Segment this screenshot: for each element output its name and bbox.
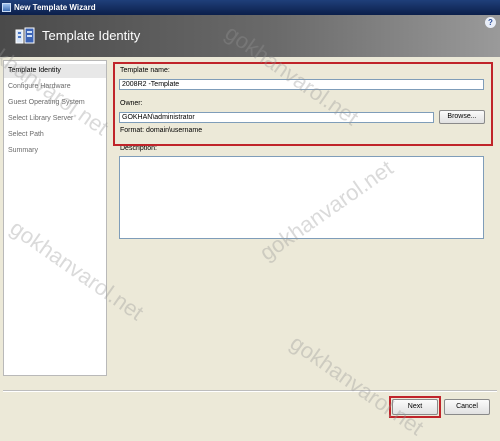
description-label: Description:	[120, 145, 157, 152]
owner-label: Owner:	[120, 100, 143, 107]
footer-divider	[3, 390, 497, 392]
app-icon	[2, 3, 11, 12]
wizard-content: Template name: 2008R2 -Template Owner: G…	[108, 60, 498, 376]
description-input[interactable]	[119, 156, 484, 239]
template-icon	[15, 27, 35, 44]
help-icon[interactable]: ?	[485, 17, 496, 28]
sidebar-item-summary[interactable]: Summary	[4, 144, 106, 158]
sidebar-item-template-identity[interactable]: Template Identity	[4, 64, 106, 78]
next-button[interactable]: Next	[392, 399, 438, 415]
sidebar-item-guest-os[interactable]: Guest Operating System	[4, 96, 106, 110]
sidebar-item-configure-hardware[interactable]: Configure Hardware	[4, 80, 106, 94]
cancel-button[interactable]: Cancel	[444, 399, 490, 415]
sidebar-item-select-path[interactable]: Select Path	[4, 128, 106, 142]
format-hint: Format: domain\username	[120, 127, 203, 134]
template-name-input[interactable]: 2008R2 -Template	[119, 79, 484, 90]
wizard-steps: Template Identity Configure Hardware Gue…	[3, 60, 107, 376]
sidebar-item-library-server[interactable]: Select Library Server	[4, 112, 106, 126]
template-name-label: Template name:	[120, 67, 170, 74]
browse-button[interactable]: Browse...	[439, 110, 485, 124]
window-title: New Template Wizard	[14, 3, 96, 12]
page-title: Template Identity	[42, 28, 141, 43]
title-bar: New Template Wizard	[0, 0, 500, 15]
owner-input[interactable]: GOKHAN\administrator	[119, 112, 434, 123]
wizard-header: Template Identity ?	[0, 15, 500, 57]
